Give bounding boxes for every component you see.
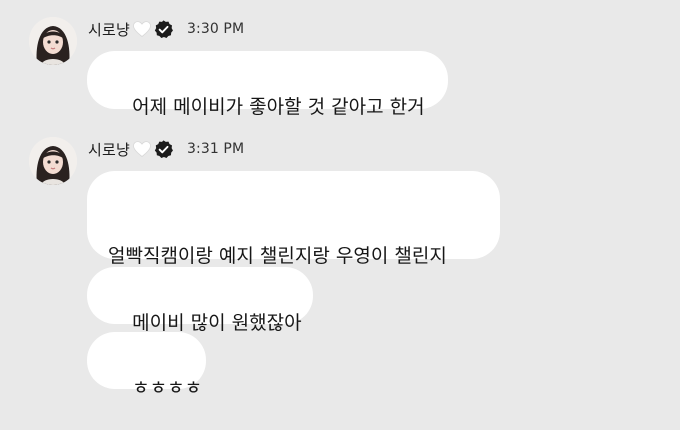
message-text: 메이비 많이 원했잖아 <box>132 312 302 334</box>
timestamp: 3:30 PM <box>187 21 245 37</box>
message-bubble[interactable]: 메이비 많이 원했잖아 <box>87 267 313 334</box>
sender-name[interactable]: 시로냥 <box>88 139 130 160</box>
message-bubble[interactable]: ㅎㅎㅎㅎ <box>87 332 206 399</box>
message-text: 어제 메이비가 좋아할 것 같아고 한거 <box>132 96 425 118</box>
message-text: ㅎㅎㅎㅎ <box>132 377 203 399</box>
message-text: 얼빡직캠이랑 예지 챌린지랑 우영이 챌린지 <box>108 245 447 267</box>
message-header: 시로냥 3:31 PM <box>88 139 244 159</box>
chat-screen: { "chat": { "groups": [ { "sender": "시로냥… <box>0 0 680 404</box>
verified-check-icon <box>153 139 174 160</box>
white-heart-icon <box>132 20 152 38</box>
profile-photo-icon <box>29 17 77 65</box>
timestamp: 3:31 PM <box>187 141 245 157</box>
message-header: 시로냥 3:30 PM <box>88 19 244 39</box>
message-bubble[interactable]: 어제 메이비가 좋아할 것 같아고 한거 <box>87 51 448 118</box>
avatar[interactable] <box>29 17 77 65</box>
avatar[interactable] <box>29 137 77 185</box>
message-bubble[interactable]: 얼빡직캠이랑 예지 챌린지랑 우영이 챌린지 !!ㅎㅎ <box>87 171 500 351</box>
white-heart-icon <box>132 140 152 158</box>
verified-check-icon <box>153 19 174 40</box>
sender-name[interactable]: 시로냥 <box>88 19 130 40</box>
profile-photo-icon <box>29 137 77 185</box>
